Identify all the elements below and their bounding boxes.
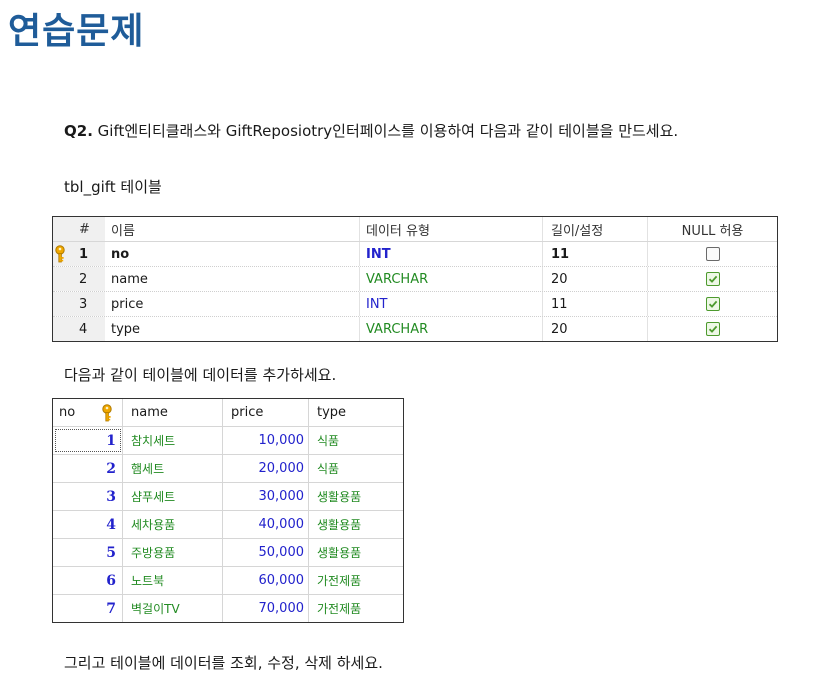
data-row[interactable]: 3 샴푸세트 30,000 생활용품 (53, 483, 403, 511)
data-cell-type[interactable]: 가전제품 (309, 595, 403, 622)
data-row[interactable]: 5 주방용품 50,000 생활용품 (53, 539, 403, 567)
data-cell-type[interactable]: 생활용품 (309, 511, 403, 538)
schema-column-type[interactable]: VARCHAR (360, 317, 543, 341)
data-cell-name[interactable]: 벽걸이TV (123, 595, 223, 622)
schema-column-name[interactable]: type (105, 317, 360, 341)
data-cell-name[interactable]: 샴푸세트 (123, 483, 223, 510)
schema-key-cell (53, 242, 79, 266)
data-cell-no[interactable]: 4 (53, 511, 123, 538)
data-caption: 다음과 같이 테이블에 데이터를 추가하세요. (64, 366, 337, 384)
data-cell-no[interactable]: 2 (53, 455, 123, 482)
data-cell-name[interactable]: 참치세트 (123, 427, 223, 454)
data-row[interactable]: 4 세차용품 40,000 생활용품 (53, 511, 403, 539)
schema-row-num: 4 (79, 317, 105, 341)
schema-header-row: # 이름 데이터 유형 길이/설정 NULL 허용 (53, 217, 777, 242)
schema-table: # 이름 데이터 유형 길이/설정 NULL 허용 1 no INT 11 2 name V… (52, 216, 778, 342)
data-header-no[interactable]: no (53, 399, 123, 426)
question-text: Q2. Gift엔티티클래스와 GiftReposiotry인터페이스를 이용하… (64, 120, 678, 141)
schema-column-length[interactable]: 11 (543, 292, 648, 316)
schema-column-name[interactable]: name (105, 267, 360, 291)
data-row[interactable]: 2 햄세트 20,000 식품 (53, 455, 403, 483)
schema-key-cell (53, 267, 79, 291)
schema-null-cell (648, 242, 777, 266)
schema-row[interactable]: 1 no INT 11 (53, 242, 777, 267)
data-row[interactable]: 1 참치세트 10,000 식품 (53, 427, 403, 455)
schema-caption: tbl_gift 테이블 (64, 178, 162, 196)
data-cell-name[interactable]: 노트북 (123, 567, 223, 594)
data-cell-price[interactable]: 40,000 (223, 511, 309, 538)
data-row[interactable]: 6 노트북 60,000 가전제품 (53, 567, 403, 595)
data-cell-type[interactable]: 식품 (309, 455, 403, 482)
data-cell-type[interactable]: 가전제품 (309, 567, 403, 594)
schema-row[interactable]: 2 name VARCHAR 20 (53, 267, 777, 292)
schema-null-cell (648, 317, 777, 341)
question-label: Q2. (64, 122, 93, 140)
schema-column-length[interactable]: 20 (543, 317, 648, 341)
schema-column-name[interactable]: no (105, 242, 360, 266)
schema-key-cell (53, 292, 79, 316)
data-cell-no[interactable]: 1 (53, 427, 123, 454)
key-icon (100, 403, 114, 422)
question-body: Gift엔티티클래스와 GiftReposiotry인터페이스를 이용하여 다음… (92, 122, 679, 140)
data-cell-price[interactable]: 50,000 (223, 539, 309, 566)
data-cell-no[interactable]: 7 (53, 595, 123, 622)
data-cell-price[interactable]: 60,000 (223, 567, 309, 594)
schema-null-cell (648, 267, 777, 291)
data-cell-type[interactable]: 생활용품 (309, 539, 403, 566)
data-cell-no[interactable]: 6 (53, 567, 123, 594)
data-header-type[interactable]: type (309, 399, 403, 426)
schema-column-name[interactable]: price (105, 292, 360, 316)
schema-column-length[interactable]: 20 (543, 267, 648, 291)
schema-header-key (53, 217, 79, 241)
checkbox-unchecked-icon[interactable] (705, 247, 720, 261)
data-cell-price[interactable]: 10,000 (223, 427, 309, 454)
footer-text: 그리고 테이블에 데이터를 조회, 수정, 삭제 하세요. (64, 654, 383, 672)
schema-column-type[interactable]: VARCHAR (360, 267, 543, 291)
schema-header-type: 데이터 유형 (360, 217, 543, 241)
schema-row-num: 2 (79, 267, 105, 291)
data-table: no name price type 1 참치세트 10,000 식품 2 햄세트 20,0… (52, 398, 404, 623)
checkbox-checked-icon[interactable] (705, 297, 720, 311)
schema-header-name: 이름 (105, 217, 360, 241)
data-header-no-label: no (59, 405, 76, 420)
checkbox-checked-icon[interactable] (705, 322, 720, 336)
schema-column-type[interactable]: INT (360, 242, 543, 266)
data-header-row: no name price type (53, 399, 403, 427)
schema-header-null: NULL 허용 (681, 223, 744, 239)
data-cell-name[interactable]: 햄세트 (123, 455, 223, 482)
schema-header-length: 길이/설정 (543, 217, 648, 241)
data-header-price[interactable]: price (223, 399, 309, 426)
data-cell-name[interactable]: 주방용품 (123, 539, 223, 566)
data-row[interactable]: 7 벽걸이TV 70,000 가전제품 (53, 595, 403, 622)
schema-null-cell (648, 292, 777, 316)
checkbox-checked-icon[interactable] (705, 272, 720, 286)
data-cell-no[interactable]: 5 (53, 539, 123, 566)
data-cell-no[interactable]: 3 (53, 483, 123, 510)
data-cell-name[interactable]: 세차용품 (123, 511, 223, 538)
schema-key-cell (53, 317, 79, 341)
schema-row-num: 1 (79, 242, 105, 266)
schema-row-num: 3 (79, 292, 105, 316)
primary-key-icon (53, 245, 67, 263)
data-cell-type[interactable]: 식품 (309, 427, 403, 454)
data-cell-price[interactable]: 20,000 (223, 455, 309, 482)
data-cell-type[interactable]: 생활용품 (309, 483, 403, 510)
data-cell-price[interactable]: 70,000 (223, 595, 309, 622)
data-header-name[interactable]: name (123, 399, 223, 426)
schema-column-type[interactable]: INT (360, 292, 543, 316)
schema-row[interactable]: 3 price INT 11 (53, 292, 777, 317)
schema-header-num: # (79, 217, 105, 241)
schema-row[interactable]: 4 type VARCHAR 20 (53, 317, 777, 341)
page-title: 연습문제 (8, 11, 145, 52)
data-cell-price[interactable]: 30,000 (223, 483, 309, 510)
schema-column-length[interactable]: 11 (543, 242, 648, 266)
